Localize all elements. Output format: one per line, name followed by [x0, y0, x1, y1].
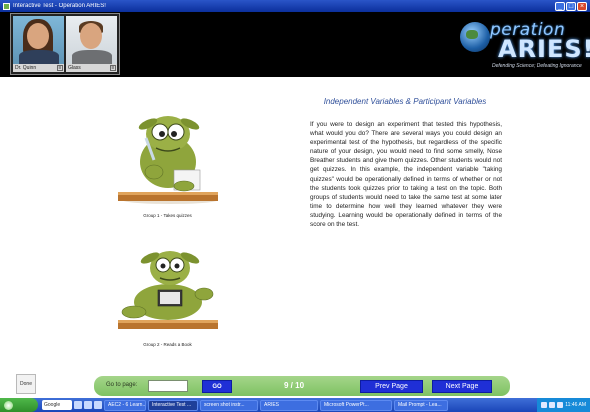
taskbar-item[interactable]: AEC2 - 6 Learn...: [104, 399, 146, 411]
taskbar-item-active[interactable]: Interactive Test ...: [148, 399, 198, 411]
quick-launch-icon[interactable]: [74, 401, 82, 409]
goto-page-input[interactable]: [148, 380, 188, 392]
windows-logo-icon: [4, 400, 13, 410]
go-button[interactable]: GO: [202, 380, 232, 393]
page-indicator: 9 / 10: [284, 381, 305, 390]
quick-launch-icon[interactable]: [94, 401, 102, 409]
alien-reading-book-illustration: [118, 251, 218, 329]
system-tray: 11:46 AM: [537, 398, 590, 412]
logo-tagline: Defending Science; Defeating Ignorance: [492, 63, 582, 69]
globe-icon: [460, 22, 490, 52]
maximize-button[interactable]: □: [566, 1, 576, 11]
figure-caption: Group 1 - Takes quizzes: [143, 213, 192, 218]
taskbar-item[interactable]: Mail Prompt - Lea...: [394, 399, 448, 411]
alien-taking-quiz-illustration: [118, 116, 218, 204]
avatar-panel: Dr. Quinn ≡ Glass ≡: [10, 13, 120, 75]
avatar-name: Glass: [68, 65, 81, 71]
window-title: Interactive Test - Operation ARIES!: [13, 3, 106, 9]
tray-icon[interactable]: [541, 402, 548, 408]
avatar-nameplate: Dr. Quinn ≡: [13, 64, 64, 72]
app-icon: [3, 2, 10, 10]
taskbar-item[interactable]: ARIES: [260, 399, 318, 411]
window-title-bar[interactable]: Interactive Test - Operation ARIES! _ □ …: [0, 0, 590, 12]
avatar-body: [72, 50, 112, 64]
start-button[interactable]: [0, 398, 38, 412]
next-page-button[interactable]: Next Page: [432, 380, 492, 393]
tray-icon[interactable]: [557, 402, 564, 408]
page-heading: Independent Variables & Participant Vari…: [323, 97, 487, 106]
done-button[interactable]: Done: [16, 374, 36, 394]
taskbar-item[interactable]: Microsoft PowerPt...: [320, 399, 392, 411]
figure-caption: Group 2 - Reads a Book: [143, 342, 192, 347]
avatar-glass[interactable]: Glass ≡: [66, 16, 117, 72]
page-navigation-bar: Go to page: GO 9 / 10 Prev Page Next Pag…: [94, 376, 510, 396]
figure-group-1: Group 1 - Takes quizzes: [110, 100, 225, 222]
avatar-nameplate: Glass ≡: [66, 64, 117, 72]
figure-group-2: Group 2 - Reads a Book: [110, 232, 225, 352]
clock[interactable]: 11:46 AM: [565, 402, 586, 408]
tray-icon[interactable]: [549, 402, 556, 408]
prev-page-button[interactable]: Prev Page: [360, 380, 423, 393]
taskbar-item[interactable]: screen shot instr...: [200, 399, 258, 411]
avatar-dr-quinn[interactable]: Dr. Quinn ≡: [13, 16, 64, 72]
avatar-menu-icon[interactable]: ≡: [110, 65, 116, 71]
app-header: Dr. Quinn ≡ Glass ≡ peration ARIES! Defe…: [0, 12, 590, 77]
logo-main-text: ARIES!: [498, 35, 590, 63]
avatar-body: [19, 50, 59, 64]
minimize-button[interactable]: _: [555, 1, 565, 11]
close-button[interactable]: ×: [577, 1, 587, 11]
goto-page-label: Go to page:: [106, 382, 138, 388]
avatar-name: Dr. Quinn: [15, 65, 37, 71]
quick-launch-icon[interactable]: [84, 401, 92, 409]
avatar-face: [80, 23, 102, 49]
avatar-face: [27, 23, 49, 49]
window-controls: _ □ ×: [555, 1, 587, 11]
operation-aries-logo: peration ARIES! Defending Science; Defea…: [452, 14, 590, 74]
google-toolbar-search[interactable]: Google: [42, 400, 72, 410]
body-paragraph: If you were to design an experiment that…: [310, 121, 502, 229]
os-taskbar: Google AEC2 - 6 Learn... Interactive Tes…: [0, 398, 590, 412]
avatar-menu-icon[interactable]: ≡: [57, 65, 63, 71]
